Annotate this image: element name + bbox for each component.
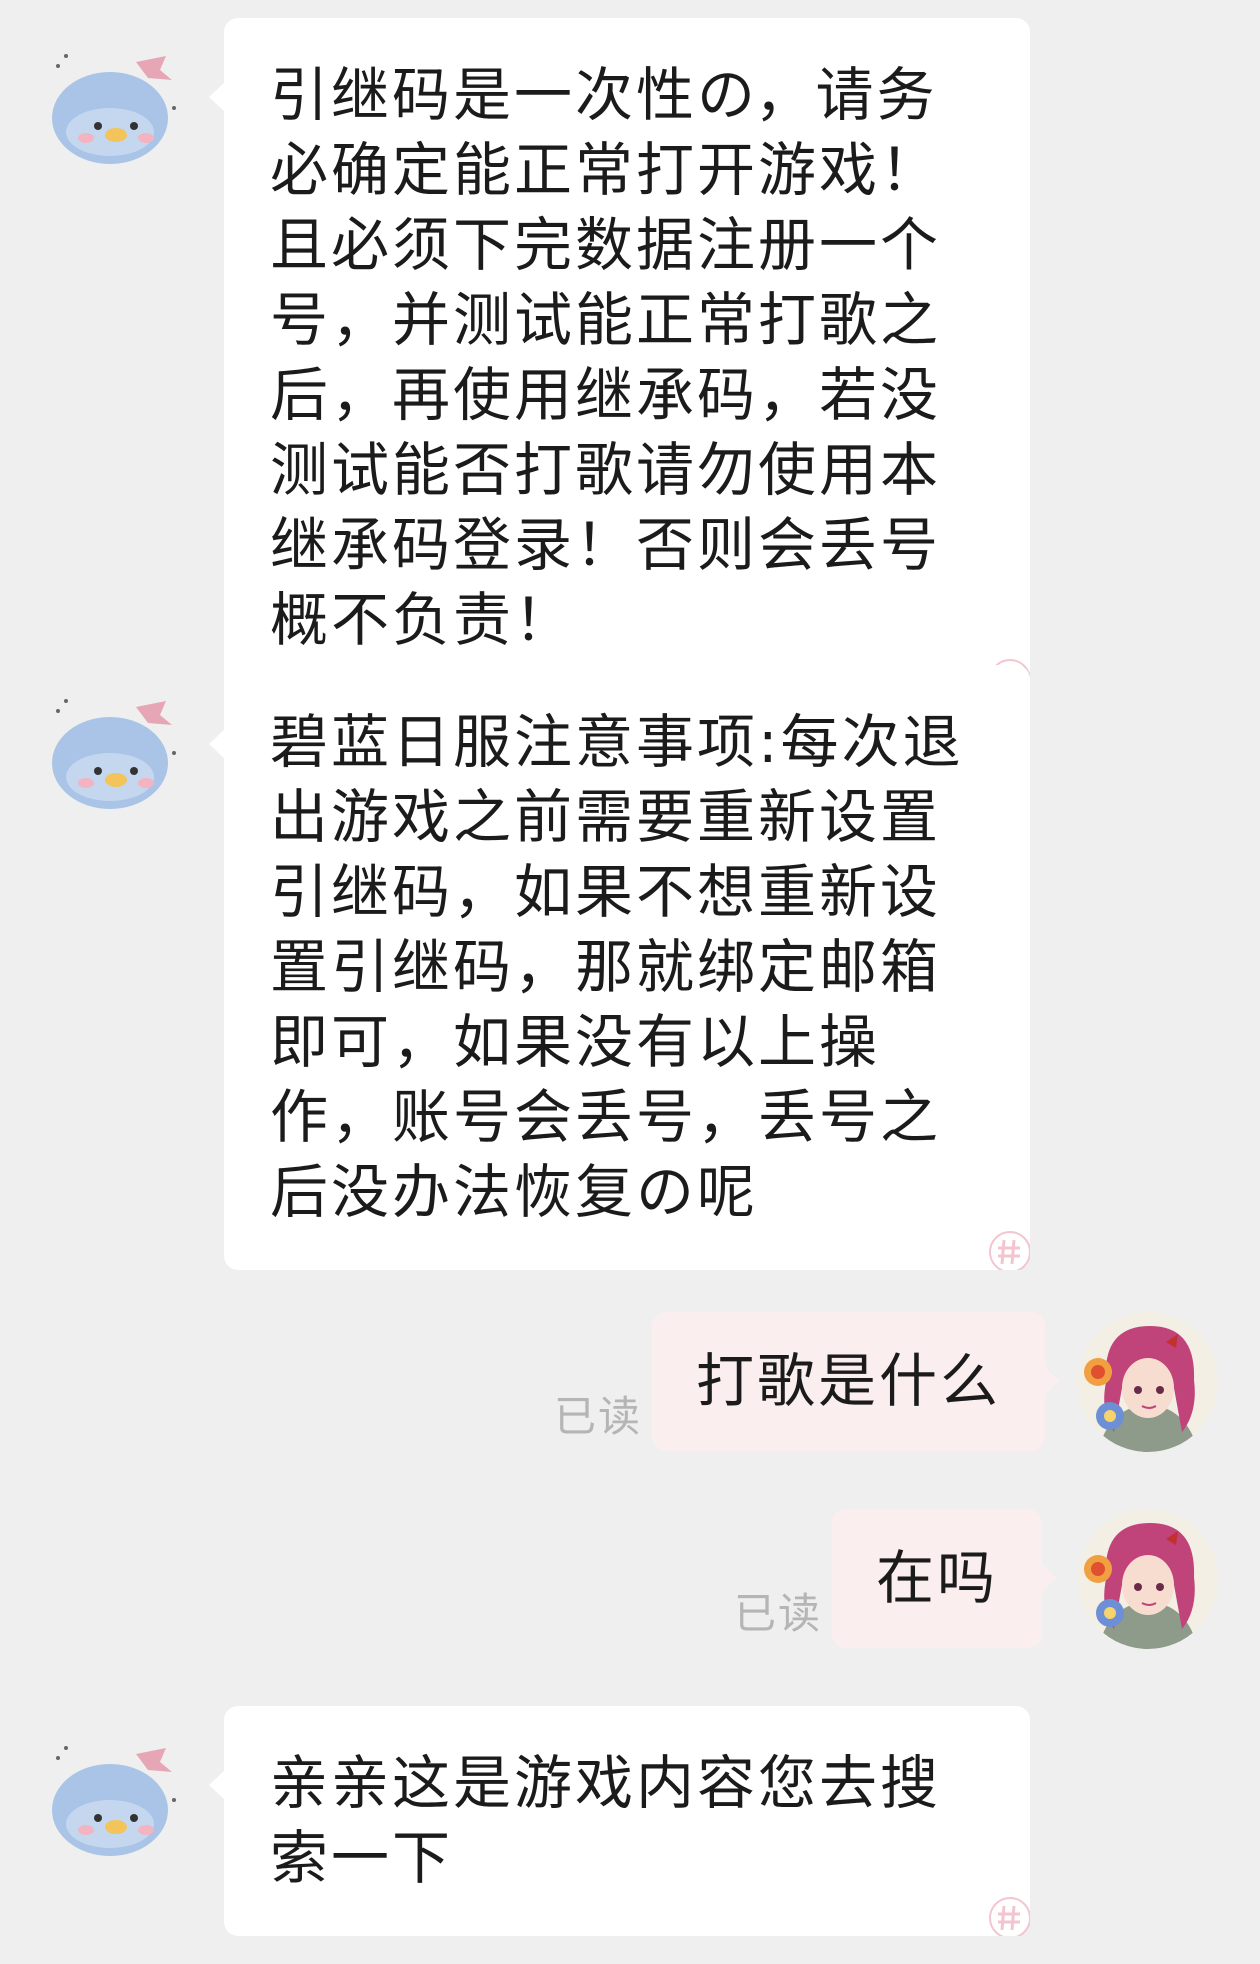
sent-message-bubble[interactable]: 在吗 (832, 1509, 1058, 1648)
penguin-mascot-icon (52, 1746, 176, 1856)
read-status: 已读 (734, 1589, 823, 1638)
message-text: 在吗 (876, 1544, 999, 1612)
message-text: 打歌是什么 (696, 1347, 1002, 1415)
received-message-bubble[interactable]: 亲亲这是游戏内容您去搜索一下 (209, 1706, 1030, 1936)
contact-avatar[interactable] (44, 36, 184, 176)
sent-message-bubble[interactable]: 打歌是什么 (652, 1312, 1061, 1451)
read-status: 已读 (554, 1392, 643, 1441)
received-message-bubble[interactable]: 碧蓝日服注意事项:每次退出游戏之前需要重新设置引继码，如果不想重新设置引继码，那… (209, 665, 1030, 1270)
received-message-bubble[interactable]: 引继码是一次性の，请务必确定能正常打开游戏！且必须下完数据注册一个号，并测试能正… (209, 18, 1030, 698)
message-text: 碧蓝日服注意事项:每次退出游戏之前需要重新设置引继码，如果不想重新设置引继码，那… (270, 708, 964, 1226)
penguin-mascot-icon (52, 699, 176, 809)
penguin-mascot-icon (52, 54, 176, 164)
hash-stamp-icon (989, 1897, 1030, 1936)
anime-girl-avatar (1078, 1312, 1218, 1452)
user-avatar[interactable] (1078, 1509, 1218, 1649)
message-text: 亲亲这是游戏内容您去搜索一下 (270, 1749, 942, 1892)
message-text: 引继码是一次性の，请务必确定能正常打开游戏！且必须下完数据注册一个号，并测试能正… (270, 61, 942, 654)
contact-avatar[interactable] (44, 681, 184, 821)
contact-avatar[interactable] (44, 1728, 184, 1868)
anime-girl-avatar (1078, 1509, 1218, 1649)
hash-stamp-icon (989, 1231, 1030, 1270)
user-avatar[interactable] (1078, 1312, 1218, 1452)
